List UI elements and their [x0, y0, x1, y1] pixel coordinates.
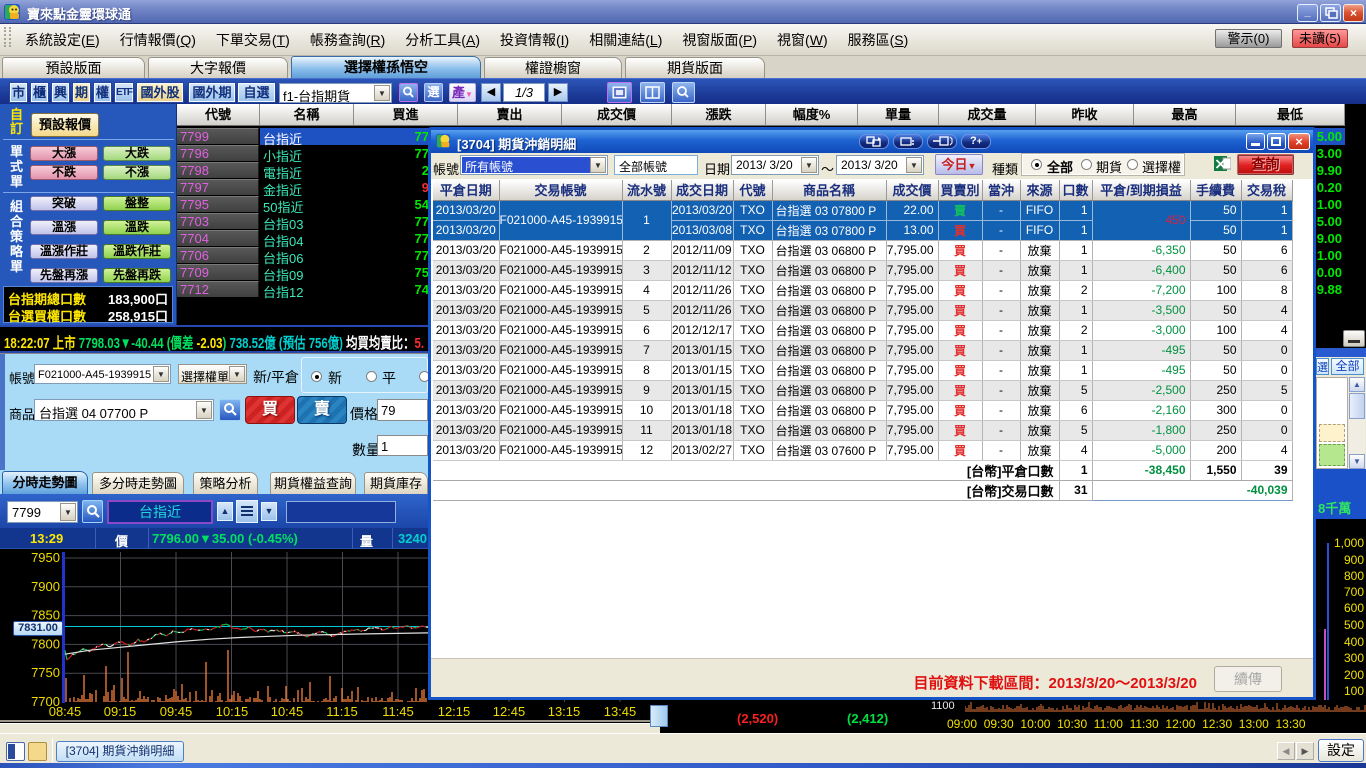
- svg-text:12:45: 12:45: [493, 704, 526, 719]
- svg-text:09:45: 09:45: [160, 704, 193, 719]
- svg-text:10:15: 10:15: [216, 704, 249, 719]
- svg-text:08:45: 08:45: [49, 704, 82, 719]
- svg-text:7950: 7950: [31, 550, 60, 565]
- svg-text:13:15: 13:15: [548, 704, 581, 719]
- svg-text:7800: 7800: [31, 636, 60, 651]
- svg-text:12:15: 12:15: [438, 704, 471, 719]
- svg-text:11:45: 11:45: [382, 704, 414, 719]
- svg-text:09:15: 09:15: [104, 704, 137, 719]
- svg-text:13:45: 13:45: [604, 704, 637, 719]
- svg-text:7750: 7750: [31, 665, 60, 680]
- svg-text:7900: 7900: [31, 579, 60, 594]
- svg-text:10:45: 10:45: [271, 704, 304, 719]
- svg-text:11:15: 11:15: [326, 704, 358, 719]
